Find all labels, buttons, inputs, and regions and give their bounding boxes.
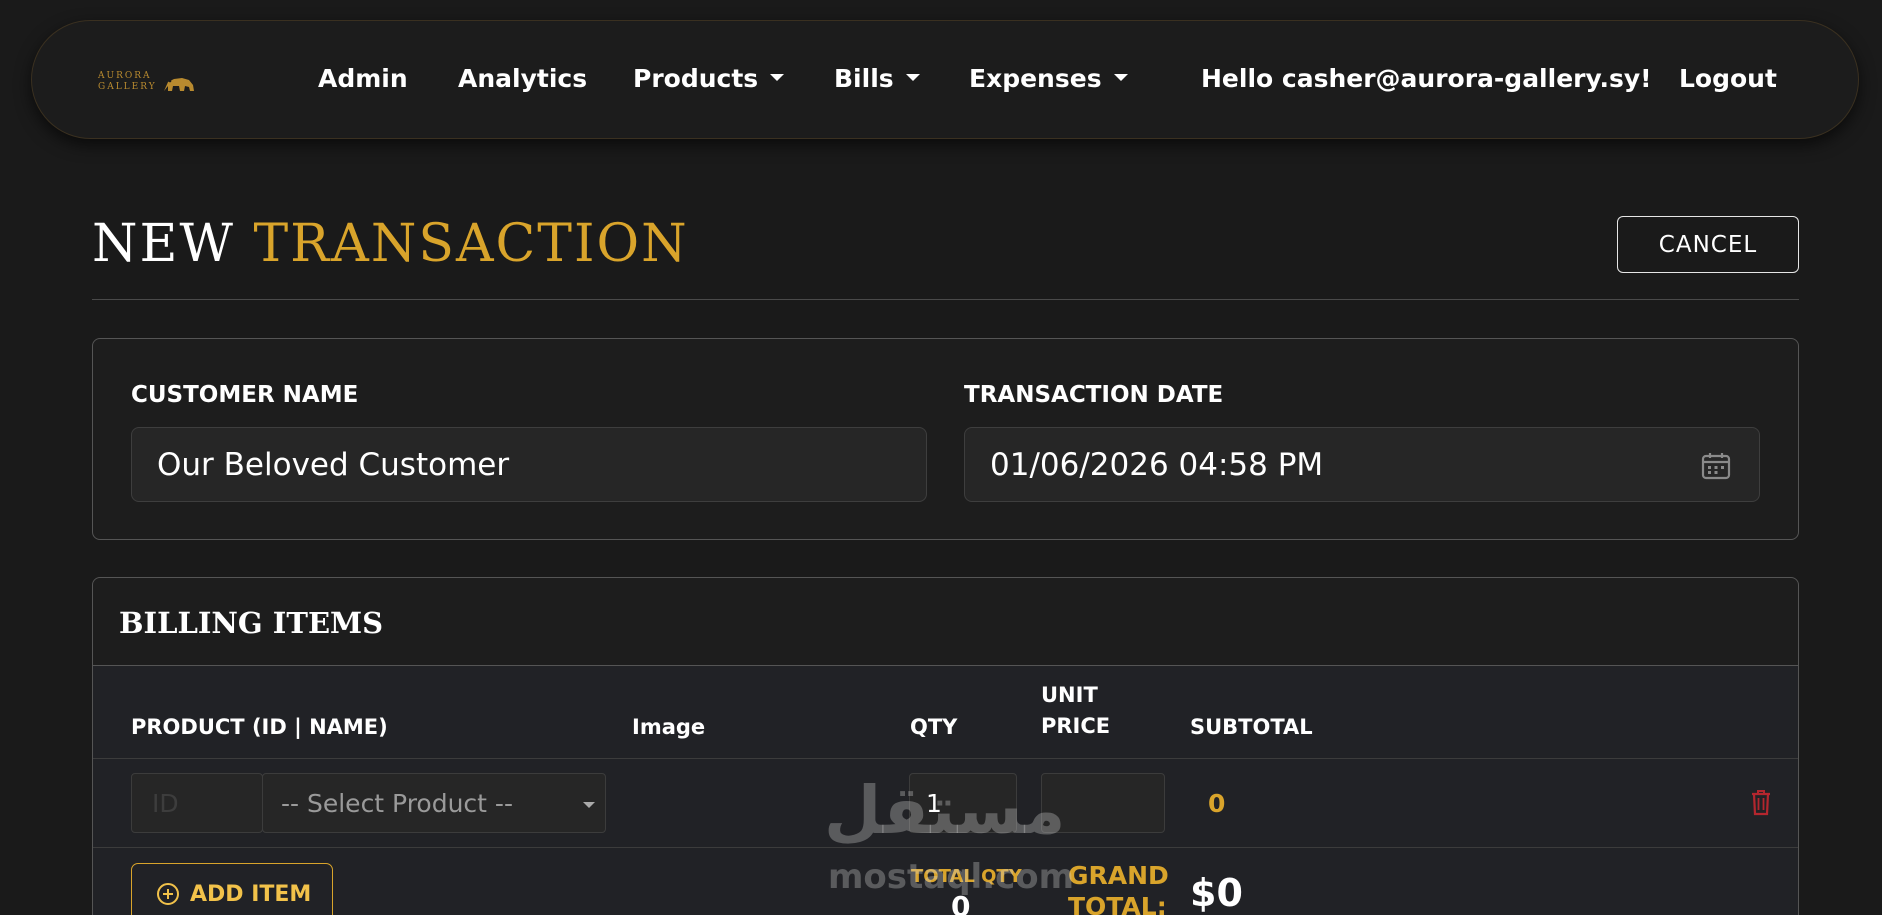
logout-link[interactable]: Logout: [1679, 64, 1777, 94]
nav-bills-dropdown[interactable]: Bills: [834, 64, 920, 94]
grand-total-label-line-2: TOTAL:: [1068, 892, 1167, 915]
nav-products-label: Products: [633, 64, 759, 93]
brand-line-2: GALLERY: [98, 82, 157, 92]
nav-analytics[interactable]: Analytics: [458, 64, 587, 94]
product-id-input[interactable]: ID: [131, 773, 263, 833]
bear-logo-icon: [164, 78, 194, 91]
product-select[interactable]: -- Select Product --: [262, 773, 606, 833]
nav-expenses-dropdown[interactable]: Expenses: [969, 64, 1128, 94]
add-item-label: ADD ITEM: [190, 881, 312, 907]
page-title: NEW TRANSACTION: [92, 212, 689, 276]
nav-expenses-label: Expenses: [969, 64, 1102, 93]
page-title-word-2: TRANSACTION: [253, 214, 689, 274]
chevron-down-icon: [1113, 73, 1128, 81]
brand-line-1: AURORA: [98, 71, 152, 81]
watermark-latin: mostaql.com: [828, 857, 1075, 897]
chevron-down-icon: [905, 73, 920, 81]
calendar-icon[interactable]: [1701, 452, 1731, 480]
nav-products-dropdown[interactable]: Products: [633, 64, 785, 94]
transaction-info-card: CUSTOMER NAME Our Beloved Customer TRANS…: [92, 338, 1799, 540]
transaction-date-label: TRANSACTION DATE: [964, 382, 1224, 408]
column-header-image: Image: [632, 715, 706, 739]
transaction-date-input[interactable]: 01/06/2026 04:58 PM: [964, 427, 1760, 502]
unit-price-header-line-1: UNIT: [1041, 683, 1098, 707]
cancel-button[interactable]: CANCEL: [1617, 216, 1799, 273]
plus-circle-icon: [157, 883, 179, 905]
transaction-date-value: 01/06/2026 04:58 PM: [990, 446, 1324, 483]
nav-admin[interactable]: Admin: [318, 64, 408, 94]
row-subtotal: 0: [1208, 789, 1226, 818]
nav-bills-label: Bills: [834, 64, 894, 93]
billing-header: BILLING ITEMS: [93, 578, 1798, 666]
brand-logo[interactable]: AURORA GALLERY: [98, 71, 202, 101]
user-greeting: Hello casher@aurora-gallery.sy!: [1201, 64, 1652, 93]
brand-text: AURORA GALLERY: [98, 71, 157, 93]
column-header-subtotal: SUBTOTAL: [1190, 715, 1313, 739]
column-header-unit-price: UNIT PRICE: [1041, 680, 1110, 742]
add-item-button[interactable]: ADD ITEM: [131, 863, 333, 915]
column-header-product: PRODUCT (ID | NAME): [131, 715, 388, 739]
top-navbar: AURORA GALLERY Admin Analytics Products …: [31, 20, 1859, 139]
grand-total-label: GRAND TOTAL:: [1068, 860, 1169, 915]
watermark-arabic: مستقل: [824, 772, 1066, 849]
billing-items-title: BILLING ITEMS: [119, 606, 384, 640]
title-divider: [92, 299, 1799, 300]
column-header-qty: QTY: [910, 715, 958, 739]
unit-price-header-line-2: PRICE: [1041, 714, 1111, 738]
page-title-word-1: NEW: [92, 214, 235, 274]
chevron-down-icon: [770, 73, 785, 81]
trash-icon[interactable]: [1750, 788, 1772, 816]
chevron-down-icon: [583, 802, 595, 808]
header-divider: [93, 758, 1798, 759]
grand-total-value: $0: [1190, 871, 1243, 915]
product-select-placeholder: -- Select Product --: [281, 788, 513, 818]
grand-total-label-line-1: GRAND: [1068, 861, 1169, 890]
customer-name-input[interactable]: Our Beloved Customer: [131, 427, 927, 502]
customer-name-label: CUSTOMER NAME: [131, 382, 359, 408]
